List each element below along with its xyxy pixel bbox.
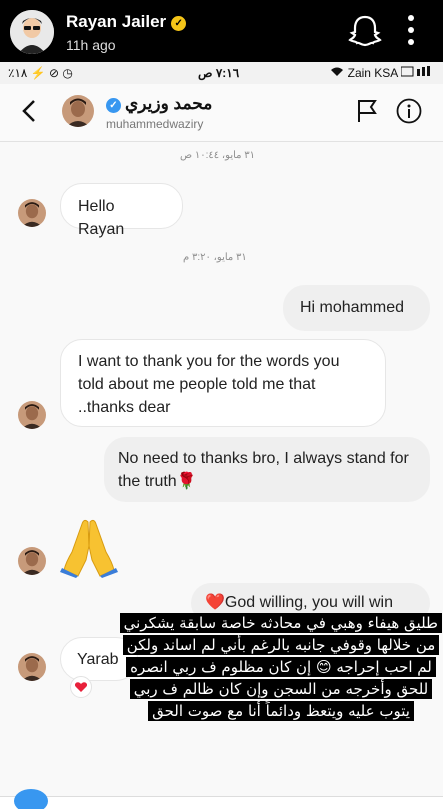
story-caption-text: طليق هيفاء وهبي في محادثه خاصة سابقة يشك… — [119, 613, 442, 721]
carrier-signal: Zain KSA — [330, 66, 433, 80]
snap-timestamp: 11h ago — [66, 37, 116, 53]
message-outgoing[interactable]: No need to thanks bro, I always stand fo… — [104, 437, 430, 502]
snap-header: Rayan Jailer ✓ 11h ago — [0, 0, 443, 62]
message-incoming[interactable]: Hello Rayan — [60, 183, 183, 238]
bitmoji-avatar[interactable] — [10, 10, 54, 54]
verified-badge-icon: ✓ — [106, 98, 121, 113]
story-caption: طليق هيفاء وهبي في محادثه خاصة سابقة يشك… — [119, 612, 442, 722]
more-vertical-icon[interactable] — [404, 12, 418, 48]
contact-name-text: محمد وزيري — [125, 94, 213, 113]
folded-hands-emoji-icon[interactable] — [60, 516, 118, 578]
battery-icon — [400, 66, 430, 77]
heart-reaction-icon[interactable] — [70, 676, 92, 698]
carrier-name: Zain KSA — [347, 66, 398, 80]
chat-header: ✓ محمد وزيري muhammedwaziry — [0, 84, 443, 142]
sender-avatar — [18, 199, 46, 227]
info-icon[interactable] — [396, 98, 422, 124]
snap-username-text: Rayan Jailer — [66, 12, 167, 31]
ghost-icon[interactable] — [348, 14, 382, 48]
clock: ٧:١٦ ص — [198, 66, 240, 80]
timestamp: ٣١ مايو، ٣:٢٠ م — [183, 252, 247, 263]
status-bar: ٪١٨ ⚡ ⊘ ◷ ٧:١٦ ص Zain KSA — [0, 62, 443, 84]
back-arrow-icon[interactable] — [20, 98, 38, 124]
sender-avatar — [18, 653, 46, 681]
message-incoming[interactable]: I want to thank you for the words you to… — [60, 339, 386, 427]
flag-icon[interactable] — [356, 98, 378, 124]
star-badge-icon: ✓ — [171, 16, 187, 31]
battery-status: ٪١٨ ⚡ ⊘ ◷ — [8, 66, 73, 80]
snap-username[interactable]: Rayan Jailer ✓ — [66, 12, 187, 32]
contact-avatar[interactable] — [62, 95, 94, 127]
snap-story: Rayan Jailer ✓ 11h ago ٪١٨ ⚡ ⊘ ◷ ٧:١٦ ص Z… — [0, 0, 443, 809]
sender-avatar — [18, 547, 46, 575]
wifi-icon — [331, 67, 344, 76]
message-outgoing[interactable]: Hi mohammed — [283, 285, 430, 331]
contact-username: muhammedwaziry — [106, 117, 204, 131]
timestamp: ٣١ مايو، ١٠:٤٤ ص — [180, 150, 256, 161]
contact-name[interactable]: ✓ محمد وزيري — [106, 94, 212, 114]
camera-button[interactable] — [14, 789, 48, 809]
sender-avatar — [18, 401, 46, 429]
message-composer[interactable] — [0, 789, 443, 809]
